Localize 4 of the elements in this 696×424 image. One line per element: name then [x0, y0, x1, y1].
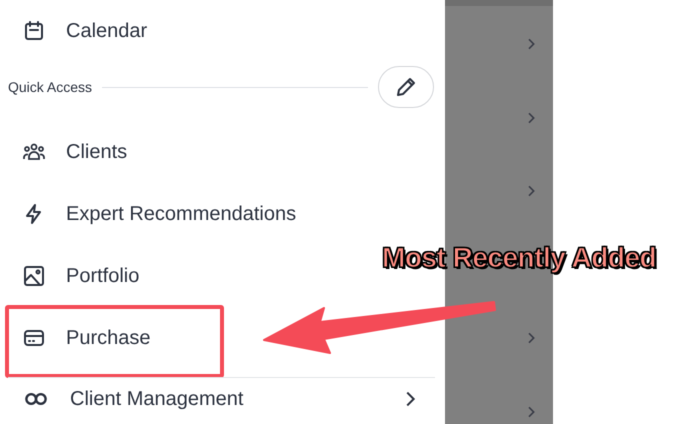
menu-item[interactable]: Purchase — [5, 305, 224, 378]
section-title: Quick Access — [8, 79, 92, 95]
menu-item[interactable]: Client Management — [22, 378, 421, 420]
menu-item[interactable]: Calendar — [22, 7, 148, 55]
